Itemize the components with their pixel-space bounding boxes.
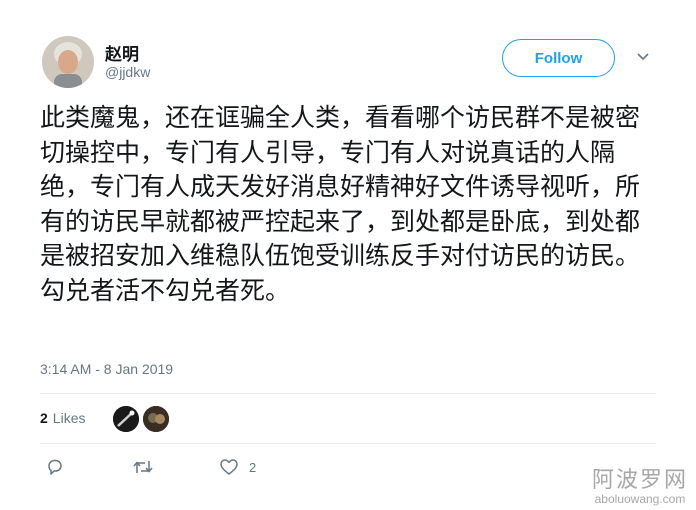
liker-avatar-image bbox=[143, 406, 169, 432]
tweet-timestamp[interactable]: 3:14 AM - 8 Jan 2019 bbox=[40, 361, 173, 377]
like-count: 2 bbox=[249, 459, 257, 475]
likes-count: 2 bbox=[40, 410, 48, 426]
divider bbox=[40, 393, 656, 394]
tweet-actions: 2 bbox=[40, 458, 340, 484]
watermark-title: 阿波罗网 bbox=[591, 468, 688, 493]
retweet-button[interactable] bbox=[132, 458, 154, 476]
avatar[interactable] bbox=[42, 36, 94, 88]
likers-avatars bbox=[113, 406, 169, 432]
heart-icon bbox=[220, 459, 238, 475]
tweet-text: 此类魔鬼，还在诓骗全人类，看看哪个访民群不是被密切操控中，专门有人引导，专门有人… bbox=[40, 103, 641, 305]
follow-button[interactable]: Follow bbox=[502, 39, 615, 77]
reply-button[interactable] bbox=[46, 458, 64, 476]
like-button[interactable]: 2 bbox=[219, 458, 256, 476]
tweet-card: 赵明 @jjdkw Follow 此类魔鬼，还在诓骗全人类，看看哪个访民群不是被… bbox=[0, 0, 696, 510]
liker-avatar[interactable] bbox=[113, 406, 139, 432]
watermark: 阿波罗网 aboluowang.com bbox=[592, 462, 688, 506]
avatar-image bbox=[42, 36, 94, 88]
author-handle[interactable]: @jjdkw bbox=[105, 64, 150, 80]
retweet-icon bbox=[133, 461, 153, 473]
chevron-down-icon[interactable] bbox=[636, 50, 650, 64]
tweet-header: 赵明 @jjdkw Follow bbox=[40, 32, 660, 92]
divider bbox=[40, 443, 656, 444]
reply-icon bbox=[48, 459, 62, 475]
likes-label: Likes bbox=[52, 410, 86, 426]
liker-avatar-image bbox=[113, 406, 139, 432]
author-name[interactable]: 赵明 bbox=[105, 40, 139, 65]
likes-summary[interactable]: 2 Likes bbox=[40, 410, 85, 426]
liker-avatar[interactable] bbox=[143, 406, 169, 432]
watermark-url: aboluowang.com bbox=[594, 492, 686, 506]
